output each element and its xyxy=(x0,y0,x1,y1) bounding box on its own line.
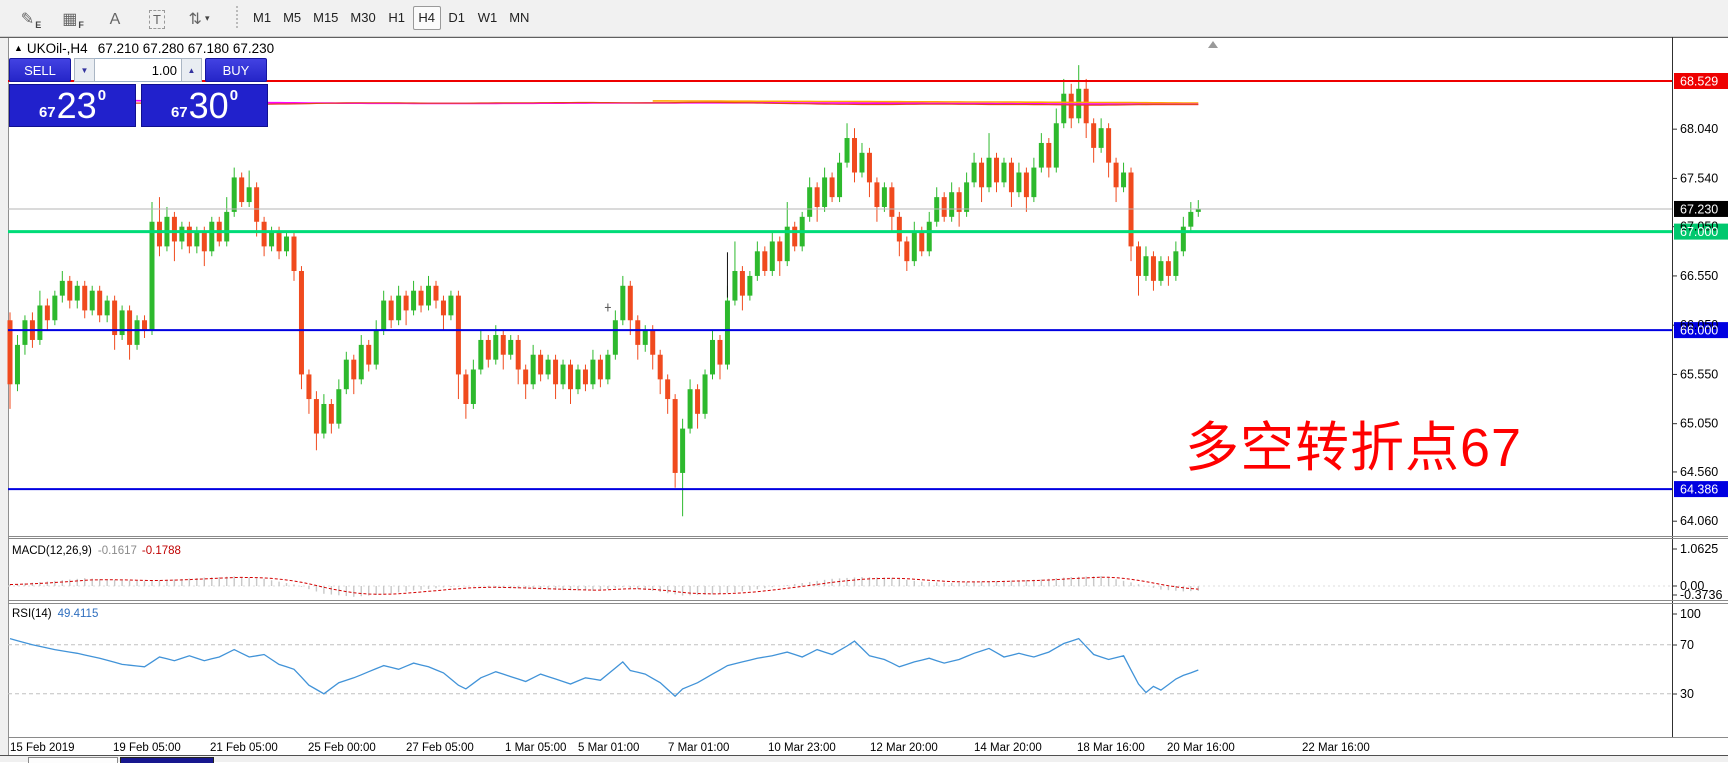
svg-text:65.050: 65.050 xyxy=(1680,417,1718,431)
svg-text:64.386: 64.386 xyxy=(1680,483,1718,497)
timeframe-d1-button[interactable]: D1 xyxy=(443,6,471,30)
svg-text:18 Mar 16:00: 18 Mar 16:00 xyxy=(1077,742,1145,754)
svg-text:12 Mar 20:00: 12 Mar 20:00 xyxy=(870,742,938,754)
svg-text:7 Mar 01:00: 7 Mar 01:00 xyxy=(668,742,729,754)
svg-text:70: 70 xyxy=(1680,638,1694,652)
volume-decrease-button[interactable]: ▼ xyxy=(74,58,95,82)
candles-layer xyxy=(8,65,1201,516)
chart-window: 68.04067.54067.05066.55066.05065.55065.0… xyxy=(0,37,1728,755)
main-toolbar: ✎E▦FAT⇅▾ M1M5M15M30H1H4D1W1MN xyxy=(0,0,1728,37)
svg-text:66.550: 66.550 xyxy=(1680,269,1718,283)
grid-f-icon[interactable]: ▦F xyxy=(54,4,92,32)
buy-price-display[interactable]: 67300 xyxy=(141,84,268,127)
svg-text:22 Mar 16:00: 22 Mar 16:00 xyxy=(1302,742,1370,754)
svg-text:65.550: 65.550 xyxy=(1680,367,1718,381)
svg-text:10 Mar 23:00: 10 Mar 23:00 xyxy=(768,742,836,754)
timeframe-m5-button[interactable]: M5 xyxy=(278,6,306,30)
volume-increase-button[interactable]: ▲ xyxy=(181,58,202,82)
timeframe-group: M1M5M15M30H1H4D1W1MN xyxy=(247,6,535,30)
timeframe-w1-button[interactable]: W1 xyxy=(473,6,503,30)
chart-tab[interactable] xyxy=(28,757,118,763)
collapse-arrow-icon[interactable]: ▲ xyxy=(14,43,23,53)
chart-shift-marker-icon xyxy=(1208,41,1218,48)
drawing-tools-group: ✎E▦FAT⇅▾ xyxy=(0,4,220,32)
svg-text:64.560: 64.560 xyxy=(1680,465,1718,479)
buy-button[interactable]: BUY xyxy=(205,58,267,82)
timeframe-m15-button[interactable]: M15 xyxy=(308,6,343,30)
volume-input[interactable] xyxy=(95,58,181,82)
toolbar-separator xyxy=(234,6,239,30)
timeframe-m1-button[interactable]: M1 xyxy=(248,6,276,30)
timeframe-mn-button[interactable]: MN xyxy=(504,6,534,30)
chart-canvas[interactable]: 68.04067.54067.05066.55066.05065.55065.0… xyxy=(0,37,1728,755)
chart-tab-active[interactable] xyxy=(120,757,214,763)
svg-text:20 Mar 16:00: 20 Mar 16:00 xyxy=(1167,742,1235,754)
sell-button[interactable]: SELL xyxy=(9,58,71,82)
rsi-pane[interactable] xyxy=(8,614,1677,696)
timeframe-m30-button[interactable]: M30 xyxy=(345,6,380,30)
macd-pane[interactable] xyxy=(8,549,1677,597)
annotation-text: 多空转折点67 xyxy=(1185,421,1522,475)
sell-price-display[interactable]: 67230 xyxy=(9,84,136,127)
rsi-indicator-label: RSI(14)49.4115 xyxy=(12,608,98,620)
cycle-arrows-icon[interactable]: ⇅▾ xyxy=(180,4,218,32)
macd-indicator-label: MACD(12,26,9)-0.1617-0.1788 xyxy=(12,545,181,557)
svg-text:64.060: 64.060 xyxy=(1680,514,1718,528)
svg-text:30: 30 xyxy=(1680,687,1694,701)
svg-text:27 Feb 05:00: 27 Feb 05:00 xyxy=(406,742,474,754)
svg-text:68.529: 68.529 xyxy=(1680,75,1718,89)
svg-text:67.540: 67.540 xyxy=(1680,171,1718,185)
symbol-label: UKOil-,H4 xyxy=(27,41,88,56)
textbox-t-icon[interactable]: T xyxy=(138,4,176,32)
volume-stepper: ▼ ▲ xyxy=(74,58,202,82)
svg-text:68.040: 68.040 xyxy=(1680,122,1718,136)
svg-text:25 Feb 00:00: 25 Feb 00:00 xyxy=(308,742,376,754)
svg-text:67.230: 67.230 xyxy=(1680,202,1718,216)
svg-text:1 Mar 05:00: 1 Mar 05:00 xyxy=(505,742,566,754)
svg-text:21 Feb 05:00: 21 Feb 05:00 xyxy=(210,742,278,754)
svg-text:19 Feb 05:00: 19 Feb 05:00 xyxy=(113,742,181,754)
price-axis[interactable] xyxy=(1672,73,1728,521)
svg-text:67.000: 67.000 xyxy=(1680,225,1718,239)
svg-text:1.0625: 1.0625 xyxy=(1680,542,1718,556)
text-a-icon[interactable]: A xyxy=(96,4,134,32)
timeframe-h4-button[interactable]: H4 xyxy=(413,6,441,30)
svg-text:100: 100 xyxy=(1680,607,1701,621)
svg-text:66.000: 66.000 xyxy=(1680,324,1718,338)
pencil-e-icon[interactable]: ✎E xyxy=(12,4,50,32)
chart-title: ▲ UKOil-,H4 67.210 67.280 67.180 67.230 xyxy=(14,41,274,56)
timeframe-h1-button[interactable]: H1 xyxy=(383,6,411,30)
ohlc-values: 67.210 67.280 67.180 67.230 xyxy=(98,41,274,56)
svg-text:5 Mar 01:00: 5 Mar 01:00 xyxy=(578,742,639,754)
one-click-trading-panel: SELL ▼ ▲ BUY 67230 67300 xyxy=(9,58,268,127)
svg-text:14 Mar 20:00: 14 Mar 20:00 xyxy=(974,742,1042,754)
svg-text:15 Feb 2019: 15 Feb 2019 xyxy=(10,742,75,754)
svg-text:-0.3736: -0.3736 xyxy=(1680,588,1722,602)
cross-marker xyxy=(605,303,611,311)
